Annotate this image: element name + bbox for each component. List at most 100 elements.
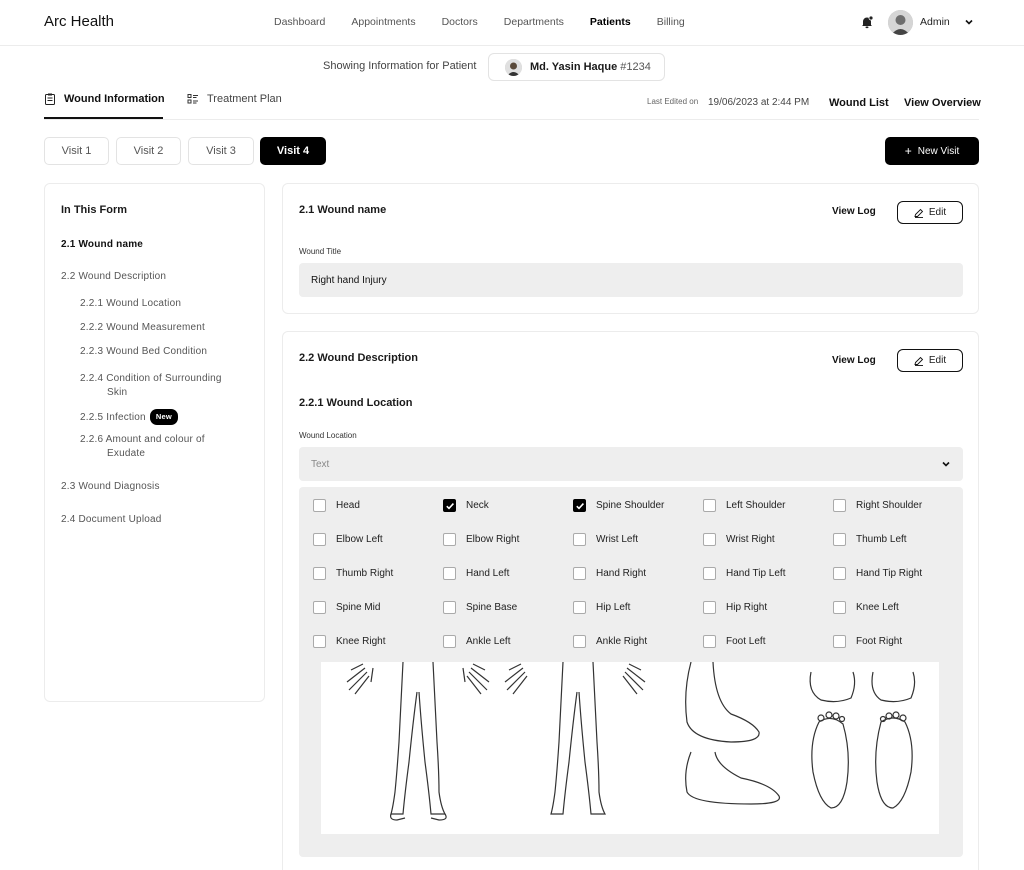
checkbox-right-shoulder[interactable] bbox=[833, 499, 846, 512]
location-label: Left Shoulder bbox=[726, 500, 786, 511]
location-option-spine-mid[interactable]: Spine Mid bbox=[313, 601, 380, 614]
form-nav-2-2-5[interactable]: 2.2.5 Infection New bbox=[80, 409, 178, 425]
location-label: Hand Right bbox=[596, 568, 647, 579]
location-option-spine-base[interactable]: Spine Base bbox=[443, 601, 517, 614]
form-nav-2-1[interactable]: 2.1 Wound name bbox=[61, 238, 143, 252]
location-option-ankle-left[interactable]: Ankle Left bbox=[443, 635, 510, 648]
location-label: Spine Shoulder bbox=[596, 500, 665, 511]
location-option-hand-tip-left[interactable]: Hand Tip Left bbox=[703, 567, 785, 580]
nav-departments[interactable]: Departments bbox=[504, 16, 564, 28]
visit-tab-3[interactable]: Visit 3 bbox=[188, 137, 254, 165]
location-label: Right Shoulder bbox=[856, 500, 923, 511]
location-option-wrist-right[interactable]: Wrist Right bbox=[703, 533, 775, 546]
checkbox-spine-shoulder[interactable] bbox=[573, 499, 586, 512]
checkbox-hip-right[interactable] bbox=[703, 601, 716, 614]
bell-icon[interactable] bbox=[860, 15, 874, 29]
clipboard-icon bbox=[45, 93, 55, 105]
checkbox-elbow-right[interactable] bbox=[443, 533, 456, 546]
form-nav-2-3[interactable]: 2.3 Wound Diagnosis bbox=[61, 480, 160, 494]
visit-tab-2[interactable]: Visit 2 bbox=[116, 137, 181, 165]
checkbox-hip-left[interactable] bbox=[573, 601, 586, 614]
checkbox-elbow-left[interactable] bbox=[313, 533, 326, 546]
view-overview-link[interactable]: View Overview bbox=[904, 97, 981, 109]
location-option-left-shoulder[interactable]: Left Shoulder bbox=[703, 499, 786, 512]
nav-appointments[interactable]: Appointments bbox=[351, 16, 415, 28]
checkbox-left-shoulder[interactable] bbox=[703, 499, 716, 512]
visit-tab-4[interactable]: Visit 4 bbox=[260, 137, 326, 165]
location-label: Thumb Right bbox=[336, 568, 394, 579]
wound-description-title: 2.2 Wound Description bbox=[299, 352, 418, 364]
location-option-hand-right[interactable]: Hand Right bbox=[573, 567, 646, 580]
location-option-elbow-right[interactable]: Elbow Right bbox=[443, 533, 519, 546]
checkbox-ankle-left[interactable] bbox=[443, 635, 456, 648]
checkbox-ankle-right[interactable] bbox=[573, 635, 586, 648]
checkbox-knee-right[interactable] bbox=[313, 635, 326, 648]
checkbox-spine-base[interactable] bbox=[443, 601, 456, 614]
checkbox-head[interactable] bbox=[313, 499, 326, 512]
location-option-hip-left[interactable]: Hip Left bbox=[573, 601, 630, 614]
visit-tab-1[interactable]: Visit 1 bbox=[44, 137, 109, 165]
user-name[interactable]: Admin bbox=[920, 16, 950, 28]
form-nav-2-2-2[interactable]: 2.2.2 Wound Measurement bbox=[80, 321, 205, 335]
location-label: Neck bbox=[466, 500, 489, 511]
wound-name-title: 2.1 Wound name bbox=[299, 204, 387, 216]
location-option-ankle-right[interactable]: Ankle Right bbox=[573, 635, 647, 648]
form-nav-2-2-3[interactable]: 2.2.3 Wound Bed Condition bbox=[80, 345, 207, 359]
nav-patients[interactable]: Patients bbox=[590, 16, 631, 28]
location-option-spine-shoulder[interactable]: Spine Shoulder bbox=[573, 499, 664, 512]
form-nav-2-2-4[interactable]: 2.2.4 Condition of Surrounding Skin bbox=[80, 372, 222, 400]
location-option-knee-right[interactable]: Knee Right bbox=[313, 635, 385, 648]
chevron-down-icon[interactable] bbox=[964, 17, 974, 27]
checkbox-knee-left[interactable] bbox=[833, 601, 846, 614]
checkbox-hand-right[interactable] bbox=[573, 567, 586, 580]
location-option-neck[interactable]: Neck bbox=[443, 499, 489, 512]
wound-location-select[interactable]: Text bbox=[299, 447, 963, 481]
location-option-right-shoulder[interactable]: Right Shoulder bbox=[833, 499, 922, 512]
checkbox-hand-tip-right[interactable] bbox=[833, 567, 846, 580]
form-nav-2-2-6[interactable]: 2.2.6 Amount and colour of Exudate bbox=[80, 433, 205, 461]
view-log-link[interactable]: View Log bbox=[832, 355, 876, 366]
location-option-knee-left[interactable]: Knee Left bbox=[833, 601, 899, 614]
view-log-link[interactable]: View Log bbox=[832, 206, 876, 217]
tab-wound-information[interactable]: Wound Information bbox=[44, 93, 165, 105]
location-option-hip-right[interactable]: Hip Right bbox=[703, 601, 767, 614]
location-option-foot-right[interactable]: Foot Right bbox=[833, 635, 902, 648]
location-option-elbow-left[interactable]: Elbow Left bbox=[313, 533, 383, 546]
checkbox-spine-mid[interactable] bbox=[313, 601, 326, 614]
nav-doctors[interactable]: Doctors bbox=[442, 16, 478, 28]
wound-location-label: Wound Location bbox=[299, 431, 357, 440]
checkbox-wrist-right[interactable] bbox=[703, 533, 716, 546]
location-option-thumb-left[interactable]: Thumb Left bbox=[833, 533, 907, 546]
checkbox-thumb-right[interactable] bbox=[313, 567, 326, 580]
nav-dashboard[interactable]: Dashboard bbox=[274, 16, 325, 28]
form-nav-2-2-1[interactable]: 2.2.1 Wound Location bbox=[80, 297, 181, 311]
form-nav-2-4[interactable]: 2.4 Document Upload bbox=[61, 513, 162, 527]
checkbox-foot-left[interactable] bbox=[703, 635, 716, 648]
location-option-foot-left[interactable]: Foot Left bbox=[703, 635, 765, 648]
edit-button[interactable]: Edit bbox=[897, 201, 963, 224]
form-nav-2-2[interactable]: 2.2 Wound Description bbox=[61, 270, 166, 284]
user-avatar[interactable] bbox=[888, 10, 913, 35]
checkbox-neck[interactable] bbox=[443, 499, 456, 512]
location-option-head[interactable]: Head bbox=[313, 499, 360, 512]
location-option-hand-tip-right[interactable]: Hand Tip Right bbox=[833, 567, 922, 580]
location-label: Wrist Right bbox=[726, 534, 775, 545]
edit-button[interactable]: Edit bbox=[897, 349, 963, 372]
checkbox-thumb-left[interactable] bbox=[833, 533, 846, 546]
nav-billing[interactable]: Billing bbox=[657, 16, 685, 28]
location-option-hand-left[interactable]: Hand Left bbox=[443, 567, 509, 580]
checkbox-hand-left[interactable] bbox=[443, 567, 456, 580]
checkbox-wrist-left[interactable] bbox=[573, 533, 586, 546]
patient-selector[interactable]: Md. Yasin Haque #1234 bbox=[488, 53, 665, 81]
checkbox-foot-right[interactable] bbox=[833, 635, 846, 648]
brand-logo[interactable]: Arc Health bbox=[44, 13, 114, 30]
tab-treatment-plan[interactable]: Treatment Plan bbox=[187, 93, 282, 105]
new-visit-button[interactable]: + New Visit bbox=[885, 137, 979, 165]
wound-title-input[interactable]: Right hand Injury bbox=[299, 263, 963, 297]
location-label: Knee Right bbox=[336, 636, 386, 647]
location-option-thumb-right[interactable]: Thumb Right bbox=[313, 567, 393, 580]
checkbox-hand-tip-left[interactable] bbox=[703, 567, 716, 580]
location-option-wrist-left[interactable]: Wrist Left bbox=[573, 533, 638, 546]
wound-location-options: Head Neck Spine Shoulder Left Shoulder Right… bbox=[299, 487, 963, 857]
wound-list-link[interactable]: Wound List bbox=[829, 97, 889, 109]
